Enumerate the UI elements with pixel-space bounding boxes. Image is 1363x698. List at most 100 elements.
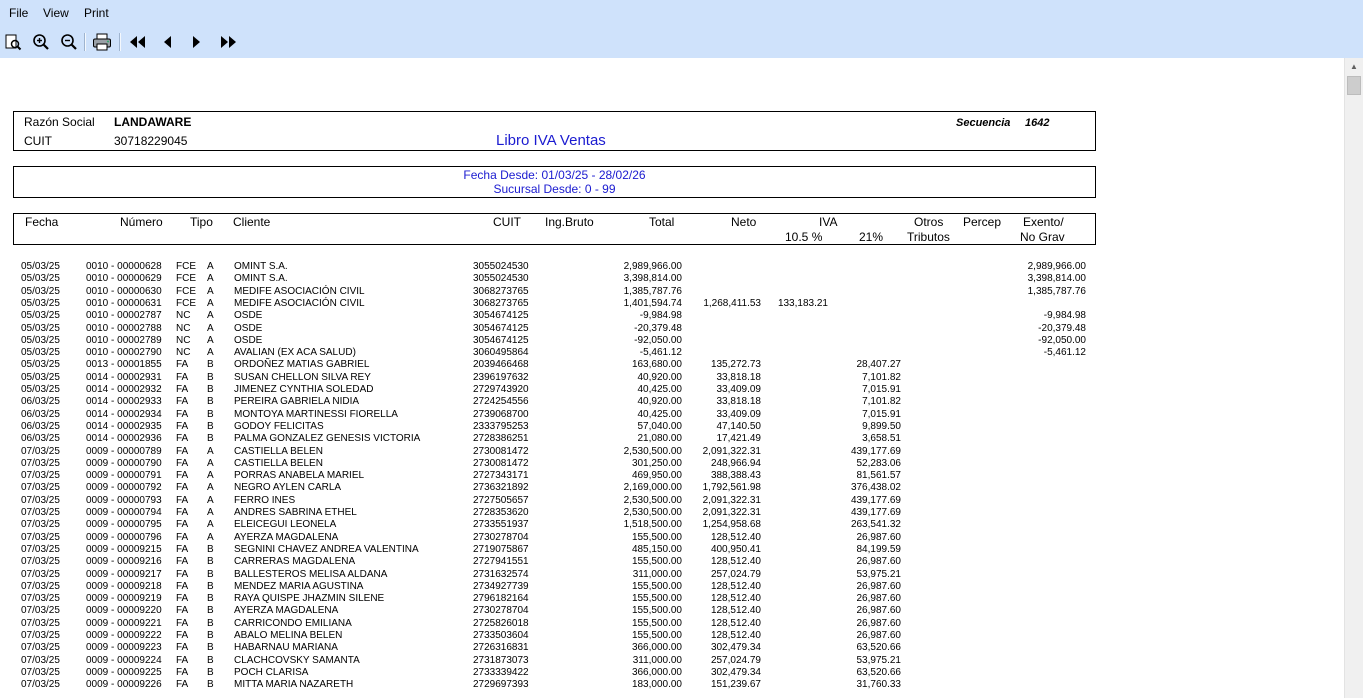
row-iva-21: 439,177.69	[850, 507, 901, 518]
row-exento: -92,050.00	[1038, 334, 1086, 346]
page-preview-icon[interactable]	[1, 30, 25, 54]
table-row: 07/03/25 0009 - 00000791 FA A PORRAS ANABELA…	[0, 470, 1100, 482]
row-cliente: MEDIFE ASOCIACIÓN CIVIL	[234, 285, 365, 297]
row-neto: 33,818.18	[716, 371, 762, 383]
last-page-icon[interactable]	[216, 30, 240, 54]
row-neto: 128,512.40	[710, 630, 761, 641]
row-fecha: 06/03/25	[21, 408, 60, 420]
row-cuit: 3054674125	[473, 322, 529, 334]
menu-view[interactable]: View	[43, 6, 69, 20]
row-cuit: 3068273765	[473, 285, 529, 297]
row-neto: 2,091,322.31	[702, 445, 761, 457]
row-total: 155,500.00	[631, 617, 682, 629]
row-total: 311,000.00	[632, 654, 682, 666]
row-neto: 302,479.34	[710, 642, 761, 654]
razon-social-label: Razón Social	[24, 115, 95, 129]
row-cuit: 2736321892	[473, 482, 529, 494]
col-ing-bruto: Ing.Bruto	[545, 215, 594, 229]
row-cliente: PORRAS ANABELA MARIEL	[234, 470, 365, 482]
col-iva: IVA	[819, 215, 838, 229]
row-neto: 128,512.40	[710, 605, 761, 617]
row-exento: -9,984.98	[1043, 310, 1086, 322]
row-tipo: FA	[176, 593, 189, 605]
row-neto: 1,268,411.53	[703, 297, 761, 309]
row-iva-21: 3,658.51	[862, 433, 901, 445]
row-tipo: FA	[176, 371, 189, 383]
table-row: 07/03/25 0009 - 00009215 FA B SEGNINI CHAVEZ…	[0, 544, 1100, 556]
row-letra: A	[207, 457, 214, 469]
row-cliente: OSDE	[234, 322, 263, 334]
row-neto: 33,409.09	[716, 384, 762, 395]
row-letra: A	[207, 310, 214, 322]
company-header-box: Razón Social LANDAWARE CUIT 30718229045 …	[13, 111, 1096, 151]
row-tipo: FA	[176, 470, 189, 482]
row-iva-21: 26,987.60	[856, 531, 902, 543]
table-row: 05/03/25 0010 - 00002789 NC A OSDE 3054674125…	[0, 335, 1100, 347]
razon-social-value: LANDAWARE	[114, 115, 192, 129]
row-numero: 0010 - 00000628	[86, 261, 162, 272]
zoom-out-icon[interactable]	[57, 30, 81, 54]
scrollbar-thumb[interactable]	[1347, 76, 1361, 95]
row-total: 311,000.00	[632, 568, 682, 580]
table-row: 07/03/25 0009 - 00009223 FA B HABARNAU MARIA…	[0, 642, 1100, 654]
first-page-icon[interactable]	[126, 30, 150, 54]
menu-file[interactable]: File	[9, 6, 28, 20]
window-chrome: File View Print	[0, 0, 1363, 58]
row-numero: 0009 - 00000791	[86, 470, 162, 482]
row-tipo: FCE	[176, 285, 196, 297]
row-cliente: AYERZA MAGDALENA	[234, 605, 339, 617]
col-no-grav: No Grav	[1020, 230, 1065, 244]
row-numero: 0009 - 00000796	[86, 531, 162, 543]
vertical-scrollbar[interactable]: ▲	[1344, 58, 1363, 698]
previous-page-icon[interactable]	[156, 30, 180, 54]
row-fecha: 07/03/25	[21, 654, 60, 666]
row-cliente: SUSAN CHELLON SILVA REY	[234, 371, 371, 383]
row-tipo: FCE	[176, 273, 196, 285]
row-cliente: SEGNINI CHAVEZ ANDREA VALENTINA	[234, 543, 419, 555]
table-row: 05/03/25 0010 - 00000629 FCE A OMINT S.A. 305…	[0, 273, 1100, 285]
row-cliente: ABALO MELINA BELEN	[234, 630, 343, 641]
row-cliente: MENDEZ MARIA AGUSTINA	[234, 580, 364, 592]
row-letra: A	[207, 285, 214, 297]
menu-print[interactable]: Print	[84, 6, 109, 20]
row-cuit: 2730081472	[473, 445, 529, 457]
row-cliente: GODOY FELICITAS	[234, 420, 324, 432]
row-letra: B	[207, 433, 214, 445]
row-tipo: FA	[176, 580, 189, 592]
row-cliente: CARRICONDO EMILIANA	[234, 617, 352, 629]
report-title: Libro IVA Ventas	[496, 132, 606, 149]
row-cuit: 2039466468	[473, 359, 529, 371]
row-iva-21: 53,975.21	[856, 568, 902, 580]
table-row: 07/03/25 0009 - 00009225 FA B POCH CLARISA 27…	[0, 667, 1100, 679]
table-row: 07/03/25 0009 - 00000796 FA A AYERZA MAGDALE…	[0, 532, 1100, 544]
col-cuit: CUIT	[493, 215, 521, 229]
row-numero: 0009 - 00009218	[86, 580, 162, 592]
row-cuit: 2731873073	[473, 654, 529, 666]
row-total: 155,500.00	[631, 556, 682, 568]
row-iva-21: 26,987.60	[856, 580, 902, 592]
scroll-up-icon[interactable]: ▲	[1345, 58, 1363, 75]
row-letra: A	[207, 519, 214, 531]
row-total: 40,425.00	[637, 408, 683, 420]
column-header-box: Fecha Número Tipo Cliente CUIT Ing.Bruto…	[13, 213, 1096, 245]
next-page-icon[interactable]	[184, 30, 208, 54]
printer-icon[interactable]	[90, 30, 114, 54]
row-cuit: 2396197632	[473, 371, 529, 383]
filter-box: Fecha Desde: 01/03/25 - 28/02/26 Sucursa…	[13, 166, 1096, 198]
row-iva-21: 26,987.60	[856, 593, 902, 605]
row-neto: 17,421.49	[716, 433, 762, 445]
row-iva-21: 28,407.27	[856, 359, 902, 371]
row-cuit: 2733339422	[473, 666, 529, 678]
col-total: Total	[649, 215, 675, 229]
row-cuit: 2719075867	[473, 543, 529, 555]
row-total: 3,398,814.00	[623, 273, 682, 285]
row-fecha: 05/03/25	[21, 359, 60, 371]
row-neto: 257,024.79	[710, 568, 761, 580]
zoom-in-icon[interactable]	[29, 30, 53, 54]
table-row: 06/03/25 0014 - 00002936 FA B PALMA GONZALEZ…	[0, 433, 1100, 445]
row-total: 155,500.00	[631, 630, 682, 641]
row-fecha: 07/03/25	[21, 482, 60, 494]
row-letra: A	[207, 297, 214, 309]
row-tipo: NC	[176, 322, 191, 334]
table-row: 05/03/25 0013 - 00001855 FA B ORDOÑEZ MATIAS…	[0, 359, 1100, 371]
